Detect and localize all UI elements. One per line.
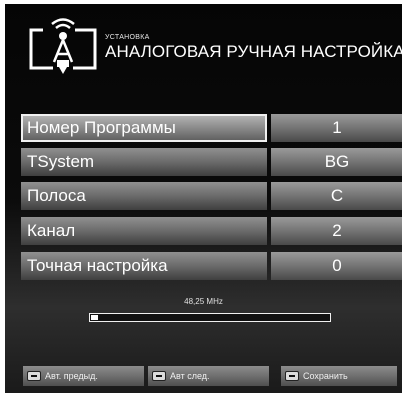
setting-label: Номер Программы [21, 114, 267, 142]
setting-label: Канал [21, 217, 267, 245]
setting-label: Полоса [21, 182, 267, 210]
setting-value[interactable]: 2 [271, 217, 402, 245]
setting-label: TSystem [21, 148, 267, 176]
auto-search-next-button[interactable]: Авт след. [148, 366, 269, 386]
setting-label: Точная настройка [21, 252, 267, 280]
setting-value[interactable]: BG [271, 148, 402, 176]
button-label: Сохранить [303, 371, 348, 381]
setting-value[interactable]: 1 [271, 114, 402, 142]
tv-menu-screen: УСТАНОВКА АНАЛОГОВАЯ РУЧНАЯ НАСТРОЙКА Но… [5, 4, 402, 393]
auto-search-prev-button[interactable]: Авт. предыд. [23, 366, 144, 386]
remote-key-icon [285, 370, 299, 381]
remote-key-icon [152, 370, 166, 381]
tuning-progress-bar [89, 313, 331, 322]
setting-row-program-number[interactable]: Номер Программы 1 [21, 114, 402, 142]
setting-value[interactable]: 0 [271, 252, 402, 280]
button-label: Авт след. [170, 371, 210, 381]
save-button[interactable]: Сохранить [281, 366, 397, 386]
menu-section-label: УСТАНОВКА [105, 34, 150, 41]
remote-key-icon [27, 370, 41, 381]
setting-row-channel[interactable]: Канал 2 [21, 217, 402, 245]
tuning-progress-fill [91, 315, 98, 320]
page-title: АНАЛОГОВАЯ РУЧНАЯ НАСТРОЙКА [105, 42, 402, 61]
antenna-signal-icon [29, 18, 97, 74]
setting-value[interactable]: C [271, 182, 402, 210]
frequency-readout: 48,25 MHz [184, 297, 223, 306]
setting-row-tsystem[interactable]: TSystem BG [21, 148, 402, 176]
button-label: Авт. предыд. [45, 371, 98, 381]
setting-row-fine-tuning[interactable]: Точная настройка 0 [21, 252, 402, 280]
setting-row-band[interactable]: Полоса C [21, 182, 402, 210]
